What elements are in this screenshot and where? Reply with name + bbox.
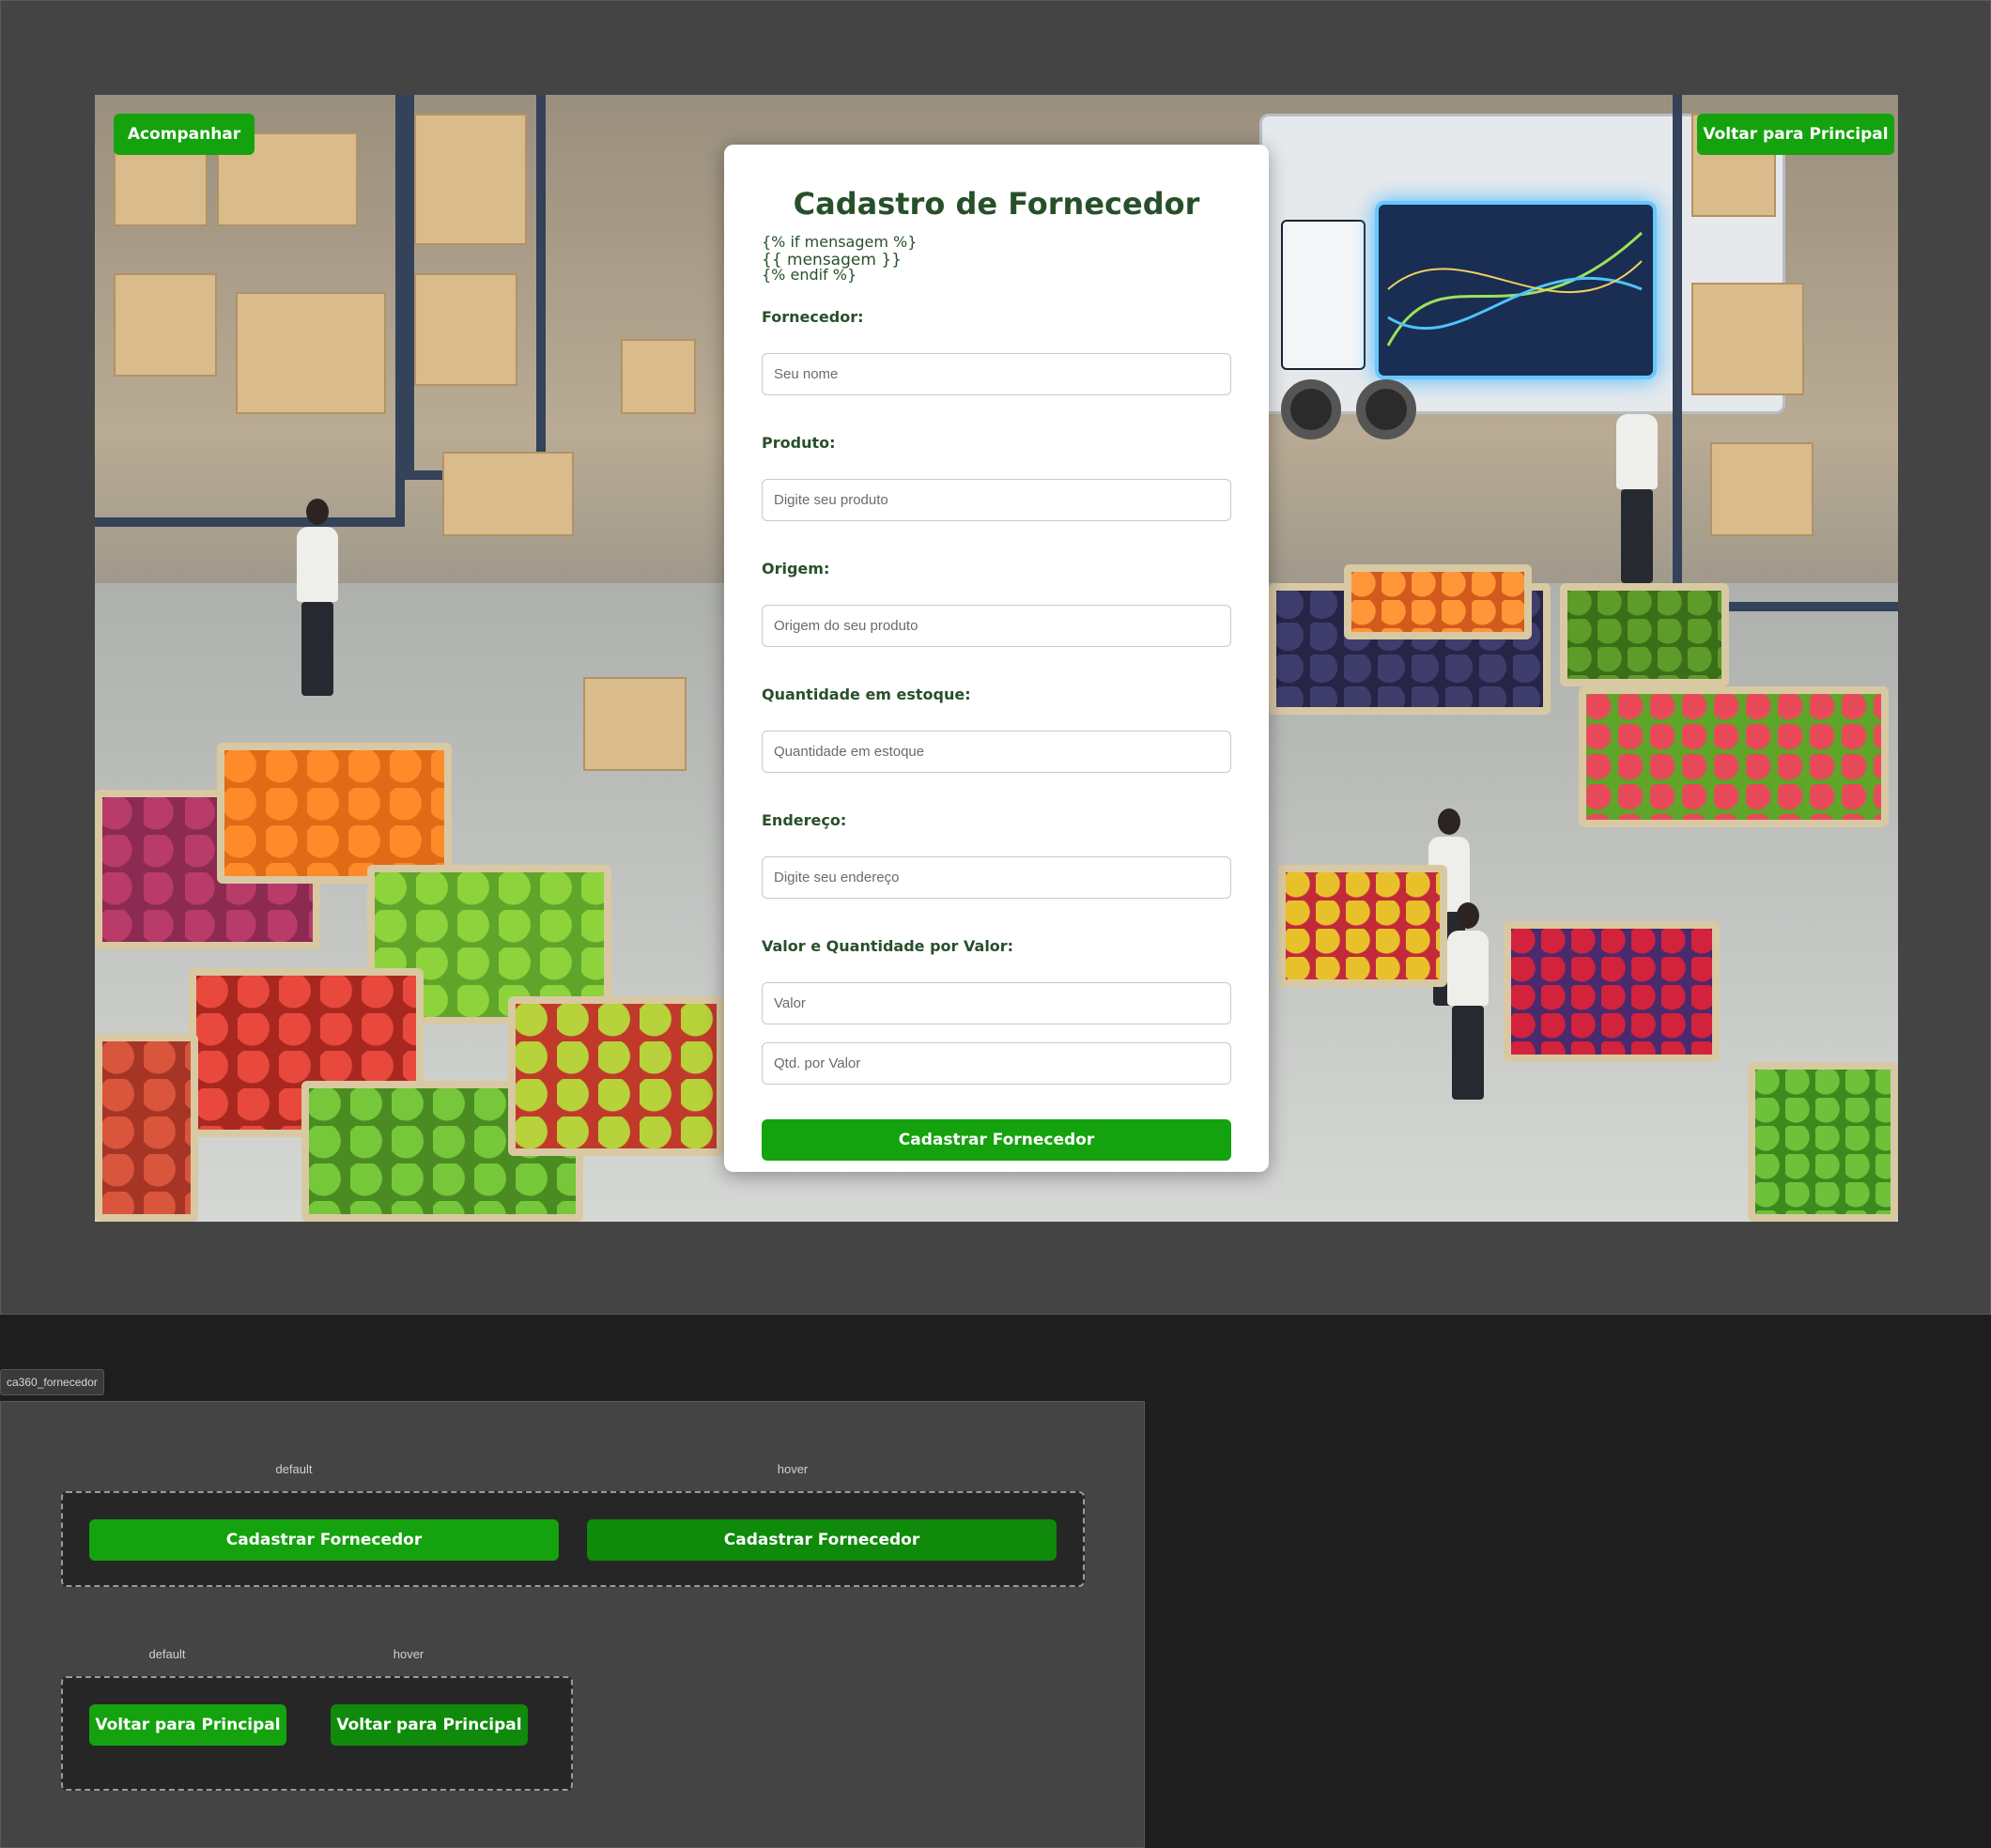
cardboard-box xyxy=(414,114,527,245)
crate-lemons xyxy=(1278,865,1447,987)
crate-berries xyxy=(1579,686,1889,827)
holographic-chart-screen xyxy=(1375,201,1657,379)
value-quantity-label: Valor e Quantidade por Valor: xyxy=(762,937,1014,955)
warehouse-background-image: Acompanhar Voltar para Principal Cadastr… xyxy=(95,95,1898,1222)
crate-peaches xyxy=(1344,564,1532,639)
back-to-main-button-hover[interactable]: Voltar para Principal xyxy=(331,1704,528,1746)
product-label: Produto: xyxy=(762,434,836,452)
back-button-variants: Voltar para Principal Voltar para Princi… xyxy=(61,1676,573,1791)
supplier-name-input[interactable] xyxy=(762,353,1231,395)
component-sheet-frame: default hover Cadastrar Fornecedor Cadas… xyxy=(0,1401,1145,1848)
worker-figure xyxy=(1447,902,1489,1100)
back-to-main-button-default[interactable]: Voltar para Principal xyxy=(89,1704,286,1746)
state-label-hover: hover xyxy=(393,1647,424,1661)
form-title: Cadastro de Fornecedor xyxy=(793,186,1200,222)
register-supplier-button[interactable]: Cadastrar Fornecedor xyxy=(762,1119,1231,1161)
quantity-per-value-input[interactable] xyxy=(762,1042,1231,1085)
state-label-default: default xyxy=(148,1647,186,1661)
cardboard-box xyxy=(442,452,574,536)
page-frame: Acompanhar Voltar para Principal Cadastr… xyxy=(0,0,1991,1315)
value-input[interactable] xyxy=(762,982,1231,1024)
template-if-line: {% if mensagem %} xyxy=(762,233,918,251)
cardboard-box xyxy=(236,292,386,414)
cardboard-box xyxy=(583,677,687,771)
cardboard-box xyxy=(1710,442,1814,536)
state-label-default: default xyxy=(275,1462,313,1476)
cardboard-box xyxy=(621,339,696,414)
worker-figure xyxy=(297,499,338,696)
stock-quantity-label: Quantidade em estoque: xyxy=(762,685,971,703)
back-to-main-button[interactable]: Voltar para Principal xyxy=(1697,114,1894,155)
truck-dashboard-panel xyxy=(1281,220,1366,370)
address-input[interactable] xyxy=(762,856,1231,899)
frame-name-tag: ca360_fornecedor xyxy=(0,1369,104,1395)
crate-red-berries xyxy=(1504,921,1720,1062)
holographic-chart-lines xyxy=(1386,231,1644,346)
address-label: Endereço: xyxy=(762,811,847,829)
crate-mixed-apples xyxy=(508,996,724,1156)
origin-input[interactable] xyxy=(762,605,1231,647)
cardboard-box xyxy=(114,273,217,377)
crate-greens xyxy=(1560,583,1729,686)
cardboard-box xyxy=(414,273,517,386)
cardboard-box xyxy=(1691,283,1804,395)
product-input[interactable] xyxy=(762,479,1231,521)
track-button[interactable]: Acompanhar xyxy=(114,114,255,155)
supplier-form-card: Cadastro de Fornecedor {% if mensagem %}… xyxy=(724,145,1269,1172)
template-endif-line: {% endif %} xyxy=(762,266,857,284)
register-supplier-button-hover[interactable]: Cadastrar Fornecedor xyxy=(587,1519,1057,1561)
register-supplier-button-default[interactable]: Cadastrar Fornecedor xyxy=(89,1519,559,1561)
truck-wheel xyxy=(1281,379,1341,439)
worker-figure xyxy=(1616,386,1658,583)
crate-oranges xyxy=(217,743,452,884)
origin-label: Origem: xyxy=(762,560,830,578)
stock-quantity-input[interactable] xyxy=(762,731,1231,773)
supplier-label: Fornecedor: xyxy=(762,308,864,326)
crate-apples xyxy=(95,1034,198,1222)
truck-wheel xyxy=(1356,379,1416,439)
state-label-hover: hover xyxy=(777,1462,809,1476)
crate-leafy-greens xyxy=(1748,1062,1898,1222)
submit-button-variants: Cadastrar Fornecedor Cadastrar Fornecedo… xyxy=(61,1491,1085,1587)
